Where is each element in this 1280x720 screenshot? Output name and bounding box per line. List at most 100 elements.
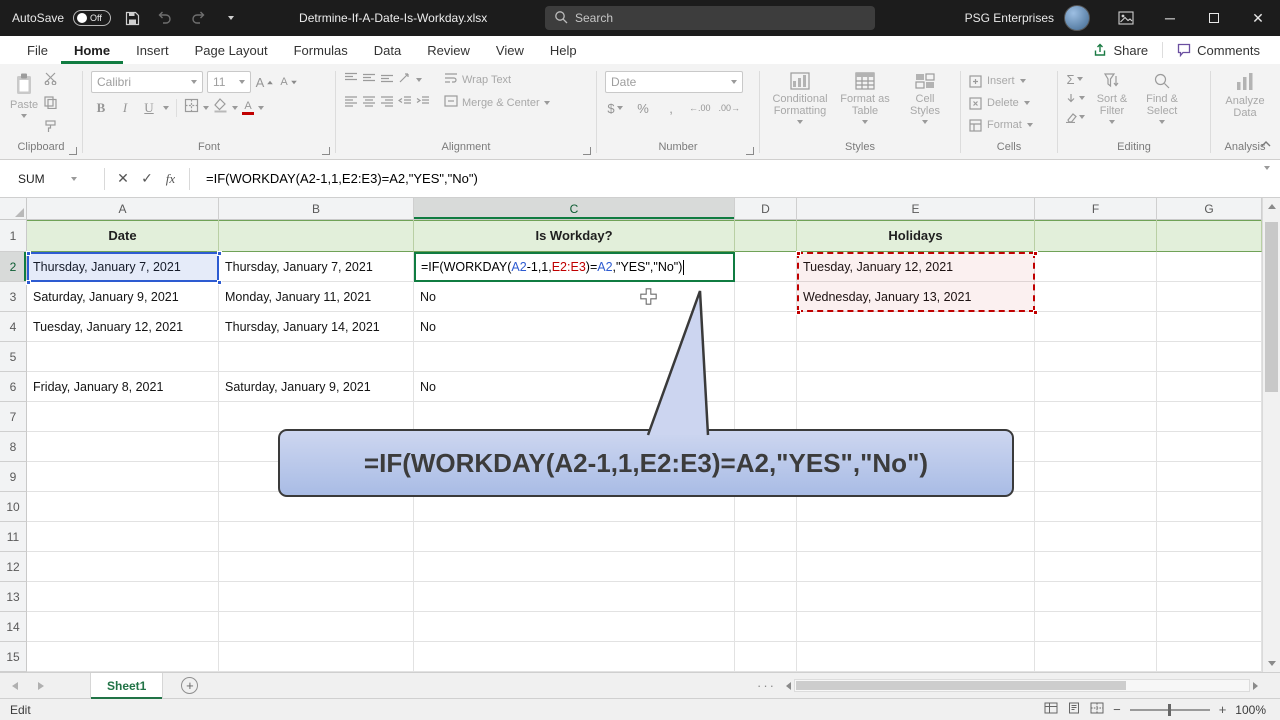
decrease-indent-icon[interactable] — [397, 94, 412, 112]
cell-B7[interactable] — [219, 402, 414, 432]
italic-button[interactable]: I — [115, 98, 135, 118]
tab-formulas[interactable]: Formulas — [281, 36, 361, 64]
cell-C3[interactable]: No — [414, 282, 735, 312]
number-format-combo[interactable]: Date — [605, 71, 743, 93]
row-header-8[interactable]: 8 — [0, 432, 27, 462]
cell-C1[interactable]: Is Workday? — [414, 220, 735, 252]
cell-F8[interactable] — [1035, 432, 1157, 462]
cell-C12[interactable] — [414, 552, 735, 582]
cell-D3[interactable] — [735, 282, 797, 312]
borders-icon[interactable] — [184, 98, 199, 118]
currency-format-button[interactable]: $ — [605, 98, 625, 118]
cell-A12[interactable] — [27, 552, 219, 582]
cell-G5[interactable] — [1157, 342, 1262, 372]
tab-help[interactable]: Help — [537, 36, 590, 64]
cell-E2[interactable]: Tuesday, January 12, 2021 — [797, 252, 1035, 282]
search-box[interactable]: Search — [545, 6, 875, 30]
cell-C14[interactable] — [414, 612, 735, 642]
font-dialog-launcher[interactable] — [322, 147, 330, 155]
analyze-data-button[interactable]: Analyze Data — [1216, 69, 1274, 119]
cell-G1[interactable] — [1157, 220, 1262, 252]
new-sheet-button[interactable]: + — [181, 677, 199, 694]
cell-A7[interactable] — [27, 402, 219, 432]
cell-F1[interactable] — [1035, 220, 1157, 252]
delete-cells-button[interactable]: Delete — [969, 93, 1049, 113]
tab-view[interactable]: View — [483, 36, 537, 64]
formula-input[interactable]: =IF(WORKDAY(A2-1,1,E2:E3)=A2,"YES","No") — [206, 171, 478, 186]
redo-icon[interactable] — [186, 5, 210, 31]
cell-E12[interactable] — [797, 552, 1035, 582]
tab-home[interactable]: Home — [61, 36, 123, 64]
fill-color-icon[interactable] — [213, 98, 228, 118]
sort-filter-button[interactable]: Sort & Filter — [1089, 69, 1135, 124]
cell-C13[interactable] — [414, 582, 735, 612]
cell-D1[interactable] — [735, 220, 797, 252]
tab-page-layout[interactable]: Page Layout — [182, 36, 281, 64]
account-name[interactable]: PSG Enterprises — [965, 11, 1054, 25]
find-select-button[interactable]: Find & Select — [1139, 69, 1185, 124]
cell-E3[interactable]: Wednesday, January 13, 2021 — [797, 282, 1035, 312]
autosum-button[interactable]: Σ — [1064, 71, 1085, 87]
cell-E13[interactable] — [797, 582, 1035, 612]
format-painter-icon[interactable] — [44, 120, 57, 138]
cell-G3[interactable] — [1157, 282, 1262, 312]
cell-F15[interactable] — [1035, 642, 1157, 672]
cell-F13[interactable] — [1035, 582, 1157, 612]
borders-dropdown-icon[interactable] — [203, 106, 209, 110]
font-color-dropdown-icon[interactable] — [258, 106, 264, 110]
row-header-3[interactable]: 3 — [0, 282, 27, 312]
cell-D11[interactable] — [735, 522, 797, 552]
cell-A9[interactable] — [27, 462, 219, 492]
cell-G6[interactable] — [1157, 372, 1262, 402]
row-header-6[interactable]: 6 — [0, 372, 27, 402]
close-button[interactable]: ✕ — [1236, 0, 1280, 36]
cell-E5[interactable] — [797, 342, 1035, 372]
row-header-11[interactable]: 11 — [0, 522, 27, 552]
cell-F7[interactable] — [1035, 402, 1157, 432]
clear-button[interactable] — [1064, 109, 1085, 125]
cut-icon[interactable] — [44, 72, 57, 90]
align-left-icon[interactable] — [344, 94, 358, 112]
cell-B14[interactable] — [219, 612, 414, 642]
column-header-F[interactable]: F — [1035, 198, 1157, 220]
cell-F6[interactable] — [1035, 372, 1157, 402]
column-header-G[interactable]: G — [1157, 198, 1262, 220]
align-top-icon[interactable] — [344, 71, 358, 89]
cell-C4[interactable]: No — [414, 312, 735, 342]
cell-C15[interactable] — [414, 642, 735, 672]
cell-G2[interactable] — [1157, 252, 1262, 282]
column-header-C[interactable]: C — [414, 198, 735, 220]
cell-G7[interactable] — [1157, 402, 1262, 432]
decrease-font-size-button[interactable]: A — [279, 72, 299, 92]
cell-C6[interactable]: No — [414, 372, 735, 402]
cell-G4[interactable] — [1157, 312, 1262, 342]
cell-B3[interactable]: Monday, January 11, 2021 — [219, 282, 414, 312]
cell-A4[interactable]: Tuesday, January 12, 2021 — [27, 312, 219, 342]
tab-data[interactable]: Data — [361, 36, 414, 64]
column-header-B[interactable]: B — [219, 198, 414, 220]
cell-B2[interactable]: Thursday, January 7, 2021 — [219, 252, 414, 282]
cell-E11[interactable] — [797, 522, 1035, 552]
zoom-slider[interactable] — [1129, 703, 1210, 716]
conditional-formatting-button[interactable]: Conditional Formatting — [767, 69, 833, 124]
cell-E7[interactable] — [797, 402, 1035, 432]
cell-D7[interactable] — [735, 402, 797, 432]
hscroll-right-icon[interactable] — [1253, 681, 1258, 690]
vertical-scrollbar-thumb[interactable] — [1265, 222, 1278, 392]
cell-F3[interactable] — [1035, 282, 1157, 312]
cell-E14[interactable] — [797, 612, 1035, 642]
cell-A1[interactable]: Date — [27, 220, 219, 252]
collapse-ribbon-icon[interactable] — [1260, 135, 1272, 153]
tab-overflow-dots[interactable]: ··· — [757, 678, 776, 693]
underline-dropdown-icon[interactable] — [163, 106, 169, 110]
column-header-E[interactable]: E — [797, 198, 1035, 220]
cell-B13[interactable] — [219, 582, 414, 612]
enter-icon[interactable]: ✓ — [135, 167, 159, 191]
cell-G14[interactable] — [1157, 612, 1262, 642]
insert-cells-button[interactable]: Insert — [969, 71, 1049, 91]
copy-icon[interactable] — [44, 96, 57, 114]
cell-A3[interactable]: Saturday, January 9, 2021 — [27, 282, 219, 312]
cell-G10[interactable] — [1157, 492, 1262, 522]
cell-E1[interactable]: Holidays — [797, 220, 1035, 252]
cell-C5[interactable] — [414, 342, 735, 372]
